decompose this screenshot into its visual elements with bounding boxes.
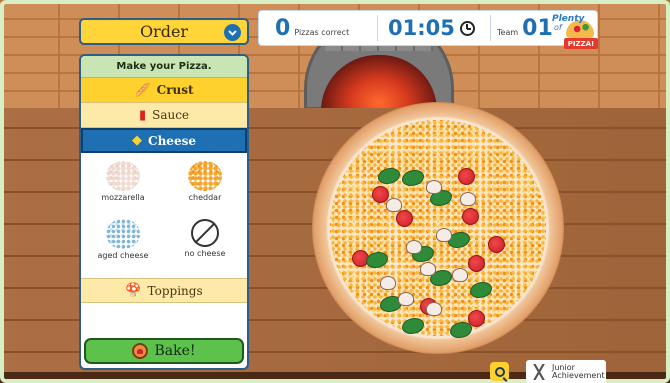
mushroom-topping: [420, 262, 436, 276]
ja-logo-text: Junior Achievement: [552, 363, 605, 380]
toppings-icon: 🍄: [125, 283, 142, 298]
zoom-icon: [494, 366, 505, 377]
make-pizza-panel: Make your Pizza. 🥖 Crust ▮ Sauce ◆ Chees…: [79, 54, 249, 370]
clock-icon: [459, 20, 475, 36]
mushroom-topping: [436, 228, 452, 242]
zoom-button[interactable]: [490, 362, 509, 381]
mushroom-topping: [426, 180, 442, 194]
bake-button[interactable]: Bake!: [84, 338, 244, 364]
option-label: cheddar: [188, 193, 222, 202]
mushroom-topping: [386, 198, 402, 212]
panel-title: Make your Pizza.: [81, 56, 247, 78]
pepperoni-topping: [396, 210, 413, 227]
cheddar-icon: [188, 161, 222, 191]
pepperoni-topping: [462, 208, 479, 225]
team-display: Team 01: [491, 16, 553, 41]
bake-label: Bake!: [154, 343, 196, 359]
category-label: Sauce: [152, 108, 190, 122]
category-label: Toppings: [147, 283, 203, 298]
game-logo: Plenty of PIZZA!: [552, 14, 598, 50]
category-toppings[interactable]: 🍄 Toppings: [81, 278, 247, 303]
score-value: 0: [275, 15, 291, 41]
cheese-options: mozzarella cheddar aged cheese no cheese: [81, 153, 247, 278]
oven-icon: [132, 343, 149, 359]
mushroom-topping: [380, 276, 396, 290]
junior-achievement-logo: Junior Achievement: [526, 360, 606, 383]
option-mozzarella[interactable]: mozzarella: [83, 161, 163, 202]
option-label: mozzarella: [101, 193, 145, 202]
order-label: Order: [139, 22, 189, 41]
category-crust[interactable]: 🥖 Crust: [81, 78, 247, 103]
chevron-down-icon[interactable]: [224, 24, 241, 41]
pepperoni-topping: [468, 255, 485, 272]
mozzarella-icon: [106, 161, 140, 191]
option-cheddar[interactable]: cheddar: [165, 161, 245, 202]
option-label: aged cheese: [97, 251, 149, 260]
mushroom-topping: [452, 268, 468, 282]
timer-value: 01:05: [388, 16, 455, 40]
ja-logo-icon: [530, 363, 548, 380]
status-bar: 0 Pizzas correct 01:05 Team 01: [258, 10, 598, 46]
timer-display: 01:05: [378, 16, 490, 40]
option-label: no cheese: [184, 249, 226, 258]
logo-banner: PIZZA!: [564, 38, 598, 49]
pepperoni-topping: [488, 236, 505, 253]
option-no-cheese[interactable]: no cheese: [165, 219, 245, 258]
score-display: 0 Pizzas correct: [259, 16, 377, 41]
category-label: Crust: [156, 83, 194, 97]
ja-line-2: Achievement: [552, 370, 605, 380]
pepperoni-topping: [458, 168, 475, 185]
mushroom-topping: [398, 292, 414, 306]
crust-icon: 🥖: [134, 82, 151, 98]
logo-text-of: of: [554, 23, 562, 32]
score-label: Pizzas correct: [294, 27, 350, 37]
option-aged-cheese[interactable]: aged cheese: [83, 219, 163, 260]
mushroom-topping: [460, 192, 476, 206]
team-value: 01: [522, 15, 553, 41]
cheese-icon: ◆: [132, 133, 143, 148]
team-label: Team: [497, 27, 519, 37]
category-cheese[interactable]: ◆ Cheese: [81, 128, 247, 153]
order-button[interactable]: Order: [79, 18, 249, 45]
category-sauce[interactable]: ▮ Sauce: [81, 103, 247, 128]
no-cheese-icon: [191, 219, 219, 247]
category-label: Cheese: [148, 133, 196, 148]
mushroom-topping: [406, 240, 422, 254]
mushroom-topping: [426, 302, 442, 316]
sauce-icon: ▮: [138, 107, 147, 123]
aged-cheese-icon: [106, 219, 140, 249]
